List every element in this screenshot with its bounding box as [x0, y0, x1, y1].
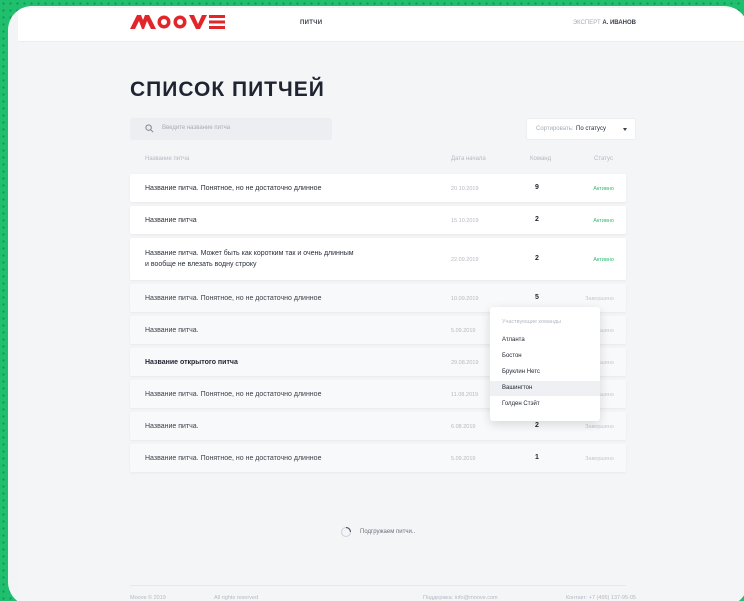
table-row[interactable]: Название питча. Понятное, но не достаточ…: [130, 174, 626, 202]
footer-support[interactable]: Поддержка: info@moove.com: [423, 595, 498, 601]
footer-contact[interactable]: Контакт: +7 (495) 137-95-05: [566, 595, 636, 601]
moove-logo[interactable]: [130, 14, 226, 35]
pitch-name: Название питча: [145, 217, 197, 224]
column-header-name[interactable]: Название питча: [145, 156, 189, 162]
status-badge: Активно: [593, 186, 614, 192]
footer-rights: All rights reserved: [214, 595, 259, 601]
nav-pitches-link[interactable]: ПИТЧИ: [300, 20, 322, 26]
pitch-name: Название питча. Понятное, но не достаточ…: [145, 295, 322, 302]
pitch-team-count: 2: [535, 422, 539, 429]
column-header-teams[interactable]: Команд: [530, 156, 551, 162]
pitch-name: Название питча.: [145, 423, 199, 430]
footer-divider: [130, 585, 626, 586]
search-input[interactable]: Введите название питча: [162, 125, 230, 131]
spinner-icon: [340, 526, 352, 538]
dropdown-item-team[interactable]: Атланта: [490, 333, 600, 348]
app-frame: ПИТЧИ ЭКСПЕРТ А. ИВАНОВ СПИСОК ПИТЧЕЙ Вв…: [8, 6, 744, 601]
expert-name: А. ИВАНОВ: [602, 20, 636, 26]
pitch-date: 5.09.2019: [451, 328, 476, 334]
pitch-name-line: Название питча. Может быть как коротким …: [145, 250, 354, 257]
moove-logo-icon: [130, 15, 225, 29]
page-title: СПИСОК ПИТЧЕЙ: [130, 78, 325, 101]
page: ПИТЧИ ЭКСПЕРТ А. ИВАНОВ СПИСОК ПИТЧЕЙ Вв…: [18, 8, 744, 601]
pitch-name: Название питча. Понятное, но не достаточ…: [145, 391, 322, 398]
pitch-date: 15.10.2019: [451, 218, 479, 224]
pitch-team-count[interactable]: 5: [532, 294, 542, 301]
dropdown-header: Участвующие команды: [502, 319, 562, 325]
pitch-date: 22.09.2019: [451, 257, 479, 263]
pitch-name: Название питча.: [145, 327, 199, 334]
loading-text: Подгружаем питчи..: [360, 529, 416, 535]
pitch-team-count: 9: [535, 184, 539, 191]
dropdown-item-team-hovered[interactable]: Вашингтон: [490, 381, 600, 396]
status-badge: Завершено: [585, 456, 614, 462]
pitch-name: Название питча. Понятное, но не достаточ…: [145, 185, 322, 192]
dropdown-item-team[interactable]: Голден Стэйт: [490, 397, 600, 412]
search-box[interactable]: Введите название питча: [130, 118, 332, 140]
pitch-date: 10.09.2019: [451, 296, 479, 302]
chevron-down-icon: [623, 128, 627, 131]
dropdown-item-team[interactable]: Бостон: [490, 349, 600, 364]
pitch-name: Название открытого питча: [145, 359, 238, 366]
table-row[interactable]: Название питча 15.10.2019 2 Активно: [130, 206, 626, 234]
column-header-date[interactable]: Дата начала: [451, 156, 486, 162]
pitch-date: 6.08.2019: [451, 424, 476, 430]
status-badge: Активно: [593, 218, 614, 224]
status-badge: Завершено: [585, 424, 614, 430]
dropdown-item-team[interactable]: Бруклин Нетс: [490, 365, 600, 380]
pitch-team-count: 1: [535, 454, 539, 461]
pitch-date: 20.10.2019: [451, 186, 479, 192]
pitch-date: 11.08.2019: [451, 392, 479, 398]
pitch-date: 5.09.2019: [451, 456, 476, 462]
footer-copyright: Moove © 2019: [130, 595, 166, 601]
sort-label: Сортировать:: [536, 126, 574, 132]
status-badge: Завершено: [585, 296, 614, 302]
pitch-team-count: 2: [535, 255, 539, 262]
column-header-status[interactable]: Статус: [594, 156, 613, 162]
pitch-name: Название питча. Может быть как коротким …: [145, 248, 354, 270]
table-row[interactable]: Название питча. Понятное, но не достаточ…: [130, 444, 626, 472]
expert-label: ЭКСПЕРТ: [572, 20, 601, 26]
table-row[interactable]: Название питча. Может быть как коротким …: [130, 238, 626, 280]
pitch-name: Название питча. Понятное, но не достаточ…: [145, 455, 322, 462]
teams-dropdown: Участвующие команды Атланта Бостон Брукл…: [490, 307, 600, 421]
expert-menu[interactable]: ЭКСПЕРТ А. ИВАНОВ: [573, 20, 636, 26]
pitch-name-line: и вообще не влезать водну строку: [145, 261, 257, 268]
status-badge: Активно: [593, 257, 614, 263]
top-header: ПИТЧИ ЭКСПЕРТ А. ИВАНОВ: [18, 8, 744, 42]
sort-value: По статусу: [576, 126, 606, 132]
search-icon: [145, 124, 154, 133]
pitch-team-count: 2: [535, 216, 539, 223]
sort-select[interactable]: Сортировать: По статусу: [526, 118, 636, 140]
pitch-date: 29.08.2019: [451, 360, 479, 366]
